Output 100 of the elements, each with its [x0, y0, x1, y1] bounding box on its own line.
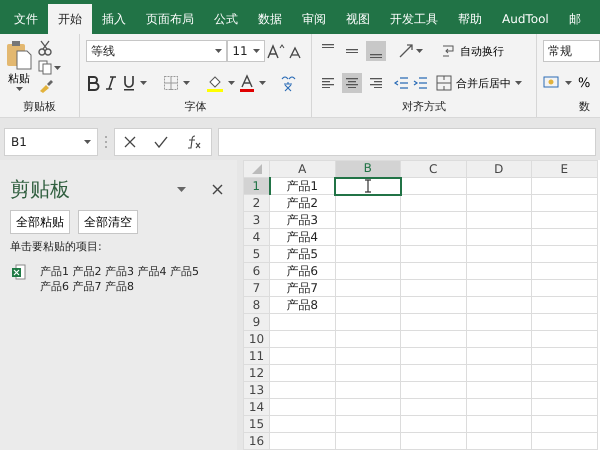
ribbon-tab[interactable]: 视图: [336, 4, 380, 34]
ribbon-tab[interactable]: 邮: [558, 4, 591, 34]
row-header[interactable]: 4: [244, 228, 270, 246]
caret-icon[interactable]: [416, 49, 423, 53]
bold-icon[interactable]: [86, 75, 100, 91]
ribbon-tab[interactable]: 帮助: [448, 4, 492, 34]
column-header[interactable]: E: [532, 160, 597, 178]
lines-icon: [322, 44, 334, 48]
caret-icon[interactable]: [215, 49, 222, 53]
caret-icon[interactable]: [253, 49, 260, 53]
table-cell: 产品8: [286, 298, 318, 312]
italic-icon[interactable]: [104, 75, 118, 91]
table-cell: 产品1: [286, 178, 318, 192]
ribbon-tab[interactable]: 页面布局: [136, 4, 204, 34]
text-cursor-icon: [364, 180, 372, 192]
group-label: 对齐方式: [401, 99, 447, 115]
ribbon-tab[interactable]: 开发工具: [380, 4, 448, 34]
brush-icon[interactable]: [38, 79, 54, 93]
table-cell: 产品3: [286, 212, 318, 226]
pane-title: 剪贴板: [10, 176, 70, 203]
instruction-text: 单击要粘贴的项目:: [10, 239, 103, 255]
lines-icon: [346, 48, 358, 54]
phonetic-icon[interactable]: [280, 74, 296, 92]
row-header[interactable]: 13: [244, 382, 270, 398]
caret-icon[interactable]: [140, 81, 147, 85]
row-header[interactable]: 9: [244, 314, 270, 330]
caret-icon[interactable]: [183, 81, 190, 85]
table-cell: 产品7: [286, 280, 318, 294]
table-cell: 产品5: [286, 246, 318, 260]
row-header[interactable]: 8: [244, 296, 270, 314]
ribbon-tab[interactable]: 文件: [4, 4, 48, 34]
increase-indent-icon[interactable]: [412, 75, 428, 91]
lines-icon: [322, 78, 334, 88]
row-header[interactable]: 10: [244, 330, 270, 348]
caret-icon[interactable]: [84, 140, 91, 144]
ribbon-tab[interactable]: 审阅: [292, 4, 336, 34]
column-header[interactable]: A: [270, 160, 335, 178]
underline-icon[interactable]: [122, 75, 136, 91]
row-header[interactable]: 3: [244, 212, 270, 228]
row-header[interactable]: 16: [244, 432, 270, 450]
font-name-field[interactable]: 等线: [86, 40, 228, 62]
formula-field[interactable]: [218, 128, 596, 156]
caret-icon[interactable]: [259, 81, 266, 85]
wrap-icon: [441, 43, 455, 59]
pane-button[interactable]: 全部粘贴: [10, 210, 70, 234]
lines-icon: [346, 78, 358, 88]
align-button[interactable]: [342, 73, 362, 93]
dropdown-icon[interactable]: [177, 186, 186, 192]
close-icon[interactable]: [212, 184, 223, 194]
wrap-text-button[interactable]: 自动换行: [439, 41, 506, 61]
align-button[interactable]: [366, 41, 386, 61]
pane-button[interactable]: 全部清空: [78, 210, 138, 234]
selected-cell[interactable]: [335, 178, 400, 194]
orientation-icon[interactable]: [398, 43, 414, 59]
ribbon-tab[interactable]: 开始: [48, 4, 92, 34]
ribbon-tab[interactable]: 插入: [92, 4, 136, 34]
merge-center-button[interactable]: 合并后居中: [434, 73, 524, 93]
row-header[interactable]: 1: [244, 178, 270, 194]
column-header[interactable]: C: [400, 160, 466, 178]
row-header[interactable]: 2: [244, 194, 270, 212]
caret-icon[interactable]: [228, 81, 235, 85]
caret-icon[interactable]: [54, 66, 61, 70]
font-size-field[interactable]: 11: [227, 40, 265, 62]
caret-icon[interactable]: [16, 87, 22, 91]
row-header[interactable]: 12: [244, 364, 270, 382]
scissors-icon[interactable]: [38, 40, 52, 56]
table-cell: 产品2: [286, 196, 318, 210]
row-header[interactable]: 14: [244, 398, 270, 416]
copy-icon[interactable]: [38, 60, 52, 75]
row-header[interactable]: 7: [244, 280, 270, 296]
ribbon-tab[interactable]: 数据: [248, 4, 292, 34]
font-color-icon[interactable]: [239, 74, 255, 92]
name-box[interactable]: B1: [4, 128, 98, 156]
row-header[interactable]: 6: [244, 262, 270, 280]
close-icon[interactable]: [124, 136, 136, 148]
paste-button[interactable]: 粘贴: [6, 38, 32, 99]
group-label: 剪贴板: [22, 99, 57, 115]
column-header[interactable]: D: [466, 160, 532, 178]
row-header[interactable]: 11: [244, 348, 270, 364]
cell-reference: B1: [11, 134, 27, 151]
caret-icon[interactable]: [515, 81, 522, 85]
font-grow-icon[interactable]: [267, 43, 285, 59]
column-header[interactable]: B: [335, 160, 400, 178]
function-icon[interactable]: [186, 135, 202, 149]
group-label: 数: [578, 99, 591, 115]
merge-icon: [436, 75, 452, 91]
lines-icon: [370, 54, 382, 58]
fill-color-icon[interactable]: [206, 74, 224, 92]
row-header[interactable]: 15: [244, 416, 270, 432]
number-format-field[interactable]: 常规: [543, 40, 600, 62]
percent-button[interactable]: %: [576, 74, 592, 92]
decrease-indent-icon[interactable]: [393, 75, 409, 91]
ribbon-tab[interactable]: AudTool: [492, 4, 559, 34]
caret-icon[interactable]: [565, 81, 572, 85]
clipboard-item[interactable]: 产品1 产品2 产品3 产品4 产品5 产品6 产品7 产品8: [40, 264, 205, 294]
group-label: 字体: [184, 99, 208, 115]
row-header[interactable]: 5: [244, 246, 270, 262]
table-cell: 产品6: [286, 264, 318, 278]
check-icon[interactable]: [154, 136, 168, 148]
ribbon-tab[interactable]: 公式: [204, 4, 248, 34]
